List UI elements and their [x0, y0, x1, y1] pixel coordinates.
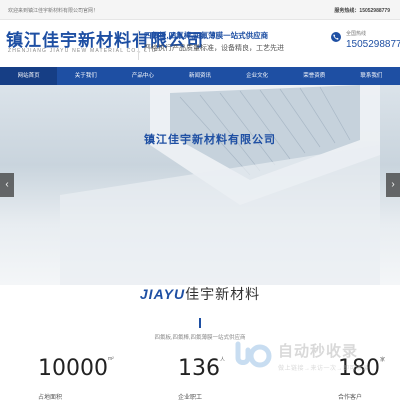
stat-number: 10000 [38, 356, 108, 381]
phone-number: 15052988779 [346, 39, 400, 50]
nav-item-contact[interactable]: 联系我们 [343, 67, 400, 85]
about-title-cn: 佳宇新材料 [185, 286, 261, 302]
nav-item-honors[interactable]: 荣誉资质 [286, 67, 343, 85]
chevron-right-icon[interactable]: › [386, 173, 400, 197]
divider [138, 30, 139, 60]
watermark-text: 自动秒收录 [278, 343, 359, 360]
stat-label: 占地面积 [38, 395, 63, 400]
nav-item-news[interactable]: 新闻资讯 [171, 67, 228, 85]
site-header: 镇江佳宇新材料有限公司 ZHENJIANG JIAYU NEW MATERIAL… [0, 20, 400, 65]
watermark-slogan: 做上链接→来访一次→即可收录 [278, 366, 370, 372]
nav-item-culture[interactable]: 企业文化 [229, 67, 286, 85]
slogan-subtitle: 严格执行产品质量标准，设备精良，工艺先进 [144, 45, 284, 52]
contact-hotline: 服务热线：15052988779 [334, 8, 390, 14]
stat-unit: 人 [220, 357, 226, 363]
stat-number: 136 [178, 356, 220, 381]
hero-title: 镇江佳宇新材料有限公司 [144, 134, 276, 146]
phone-icon [331, 32, 341, 42]
stat-staff: 136人 企业职工 [178, 356, 226, 400]
top-bar: 欢迎来到镇江佳宇新材料有限公司官网！ 服务热线：15052988779 [0, 0, 400, 20]
chevron-left-icon[interactable]: ‹ [0, 173, 14, 197]
main-nav: 网站首页 关于我们 产品中心 新闻资讯 企业文化 荣誉资质 联系我们 [0, 67, 400, 85]
watermark: 自动秒收录 做上链接→来访一次→即可收录 [232, 338, 382, 378]
slogan-title: 四氟板,四氟棒,四氟薄膜一站式供应商 [144, 31, 269, 40]
divider-mark [199, 318, 201, 328]
phone-label: 全国热线 [346, 31, 367, 37]
about-title: JIAYU佳宇新材料 [0, 284, 400, 304]
phone-icon-glyph [333, 34, 339, 40]
building-image [60, 85, 380, 285]
nav-item-products[interactable]: 产品中心 [114, 67, 171, 85]
stat-label: 企业职工 [178, 395, 203, 400]
nav-item-about[interactable]: 关于我们 [57, 67, 114, 85]
about-title-en: JIAYU [139, 286, 186, 302]
nav-item-home[interactable]: 网站首页 [0, 67, 58, 85]
stat-area: 10000m² 占地面积 [38, 356, 114, 400]
hero-banner: 镇江佳宇新材料有限公司 ‹ › [0, 85, 400, 285]
stat-label: 合作客户 [338, 395, 363, 400]
logo-english: ZHENJIANG JIAYU NEW MATERIAL CO., LTD [8, 48, 157, 54]
welcome-text: 欢迎来到镇江佳宇新材料有限公司官网！ [8, 8, 99, 14]
stat-unit: m² [108, 356, 114, 362]
watermark-logo-icon [235, 341, 272, 368]
